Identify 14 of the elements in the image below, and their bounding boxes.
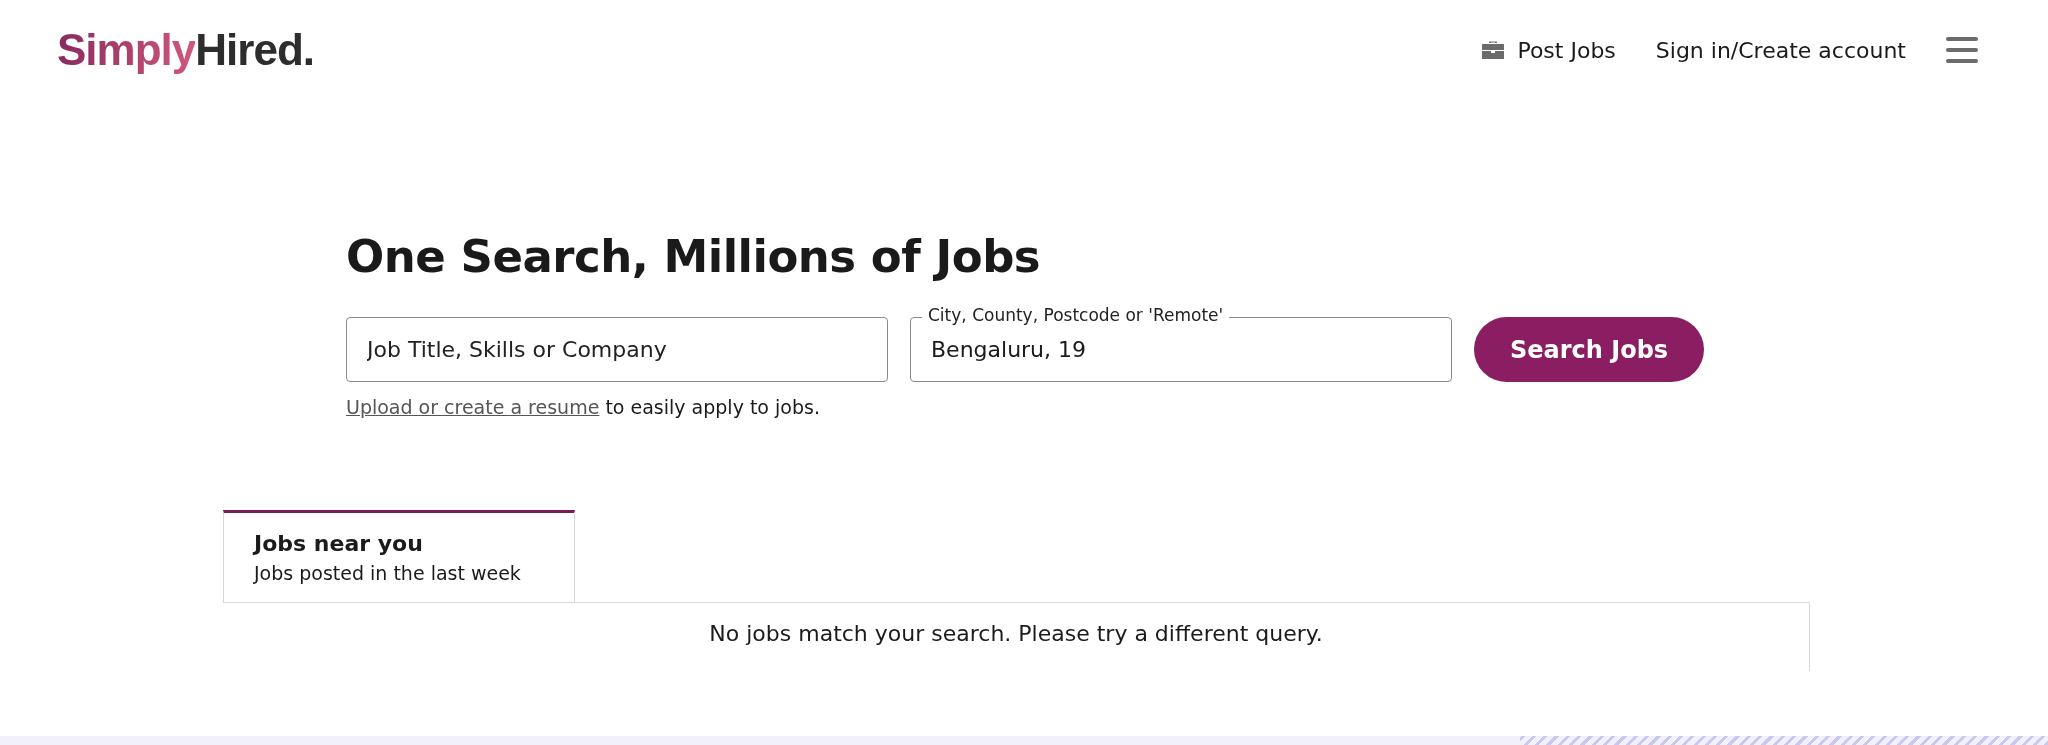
link-label: Post Jobs bbox=[1517, 37, 1616, 63]
menu-icon[interactable] bbox=[1946, 36, 1978, 64]
page-heading: One Search, Millions of Jobs bbox=[346, 230, 1042, 283]
resume-link[interactable]: Upload or create a resume bbox=[346, 396, 600, 418]
briefcase-icon bbox=[1481, 40, 1506, 60]
empty-message: No jobs match your search. Please try a different query. bbox=[709, 621, 1323, 648]
search-button[interactable]: Search Jobs bbox=[1474, 317, 1705, 382]
post-jobs-link[interactable]: Post Jobs bbox=[1481, 37, 1616, 63]
sign-in-link[interactable]: Sign in/Create account bbox=[1655, 37, 1906, 63]
tab-title: Jobs near you bbox=[254, 531, 424, 556]
tab-subtitle: Jobs posted in the last week bbox=[254, 562, 522, 584]
resume-hint: Upload or create a resume to easily apply to jobs. bbox=[346, 396, 821, 418]
field-label: City, County, Postcode or 'Remote' bbox=[922, 305, 1230, 325]
results-tab[interactable]: Jobs near you Jobs posted in the last week bbox=[223, 510, 575, 603]
